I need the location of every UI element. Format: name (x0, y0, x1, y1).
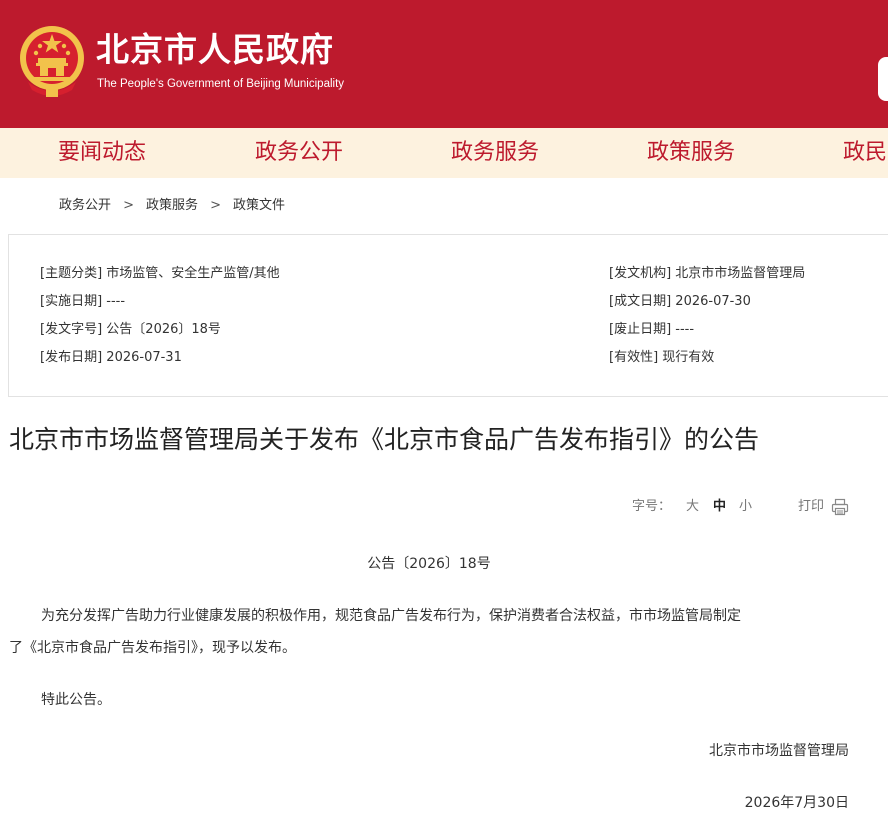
print-button[interactable]: 打印 (798, 497, 824, 517)
font-size-small-button[interactable]: 小 (739, 497, 752, 517)
meta-doc-number: [发文字号] 公告〔2026〕18号 (40, 320, 221, 340)
document-number: 公告〔2026〕18号 (367, 556, 491, 572)
meta-publish-date-value: 2026-07-31 (106, 350, 182, 365)
nav-item-gov-citizen[interactable]: 政民 (843, 128, 887, 178)
paragraph-line-2: 了《北京市食品广告发布指引》，现予以发布。 (9, 640, 296, 656)
printer-icon[interactable] (831, 498, 849, 516)
breadcrumb-item-gov-open[interactable]: 政务公开 (59, 198, 111, 213)
meta-topic-label: [主题分类] (40, 266, 103, 281)
breadcrumb-item-policy-docs[interactable]: 政策文件 (233, 198, 285, 213)
meta-written-date: [成文日期] 2026-07-30 (609, 292, 751, 312)
meta-validity: [有效性] 现行有效 (609, 348, 714, 368)
nav-item-gov-affairs-open[interactable]: 政务公开 (255, 128, 343, 178)
main-nav: 要闻动态 政务公开 政务服务 政策服务 政民 (0, 128, 888, 178)
meta-written-date-label: [成文日期] (609, 294, 672, 309)
meta-publish-date: [发布日期] 2026-07-31 (40, 348, 182, 368)
meta-issuer-label: [发文机构] (609, 266, 672, 281)
meta-doc-number-label: [发文字号] (40, 322, 103, 337)
font-size-large-button[interactable]: 大 (686, 497, 699, 517)
meta-issuer-value: 北京市市场监督管理局 (675, 266, 806, 281)
font-size-label: 字号： (632, 499, 672, 514)
meta-effective-date-value: ---- (106, 294, 126, 309)
meta-topic: [主题分类] 市场监管、安全生产监管/其他 (40, 264, 280, 284)
header-side-tab[interactable] (878, 57, 888, 101)
meta-validity-label: [有效性] (609, 350, 659, 365)
meta-doc-number-value: 公告〔2026〕18号 (106, 322, 221, 337)
meta-issuer: [发文机构] 北京市市场监督管理局 (609, 264, 805, 284)
meta-repeal-date-value: ---- (675, 322, 695, 337)
nav-item-gov-services[interactable]: 政务服务 (451, 128, 539, 178)
paragraph-closing: 特此公告。 (41, 692, 111, 708)
breadcrumb-item-policy-services[interactable]: 政策服务 (146, 198, 198, 213)
document-meta-box (8, 234, 888, 397)
meta-repeal-date: [废止日期] ---- (609, 320, 694, 340)
paragraph-line-1: 为充分发挥广告助力行业健康发展的积极作用，规范食品广告发布行为，保护消费者合法权… (41, 608, 741, 624)
breadcrumb-separator: > (210, 198, 221, 213)
document-signer: 北京市市场监督管理局 (709, 743, 849, 759)
breadcrumb-separator: > (123, 198, 134, 213)
breadcrumb: 政务公开 > 政策服务 > 政策文件 (59, 196, 285, 216)
font-size-medium-button[interactable]: 中 (713, 497, 726, 517)
meta-effective-date-label: [实施日期] (40, 294, 103, 309)
site-title[interactable]: 北京市人民政府 (96, 30, 334, 70)
document-title: 北京市市场监督管理局关于发布《北京市食品广告发布指引》的公告 (9, 425, 760, 454)
meta-written-date-value: 2026-07-30 (675, 294, 751, 309)
meta-publish-date-label: [发布日期] (40, 350, 103, 365)
meta-repeal-date-label: [废止日期] (609, 322, 672, 337)
meta-topic-value: 市场监管、安全生产监管/其他 (106, 266, 280, 281)
site-header: 北京市人民政府 The People's Government of Beiji… (0, 0, 888, 128)
national-emblem-icon[interactable] (18, 22, 86, 98)
nav-item-news[interactable]: 要闻动态 (58, 128, 146, 178)
meta-validity-value: 现行有效 (662, 350, 715, 365)
nav-item-policy-services[interactable]: 政策服务 (647, 128, 735, 178)
meta-effective-date: [实施日期] ---- (40, 292, 125, 312)
document-date: 2026年7月30日 (744, 795, 849, 811)
site-subtitle: The People's Government of Beijing Munic… (97, 78, 345, 90)
